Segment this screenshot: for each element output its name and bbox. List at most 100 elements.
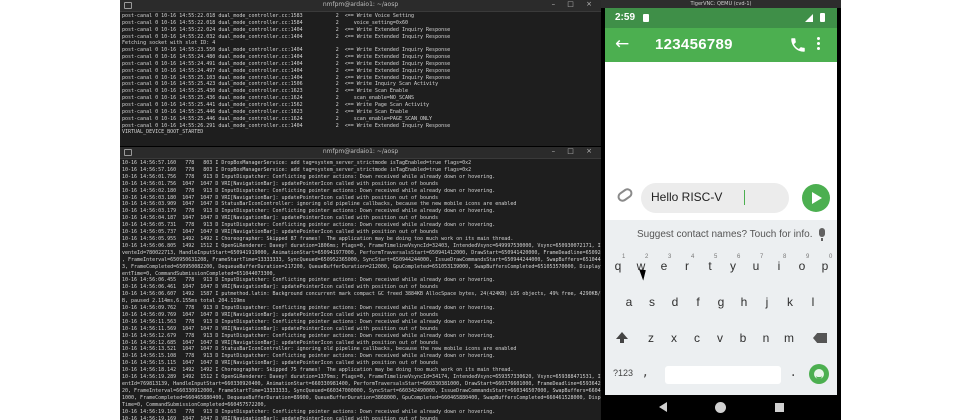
more-vert-icon[interactable]: [817, 37, 821, 53]
symbols-key[interactable]: ?123: [613, 368, 633, 378]
log-line: 10-16 14:56:11.563 778 913 D InputDispat…: [122, 318, 496, 325]
log-line: 10-16 14:56:06.607 1492 1587 I putmethod…: [122, 291, 601, 298]
space-key[interactable]: [665, 366, 781, 384]
mic-icon[interactable]: [819, 228, 825, 241]
key-s[interactable]: s: [642, 288, 662, 316]
log-line: post-canal 0 10-16 14:55:24.491 dual_mod…: [122, 60, 451, 67]
battery-icon: [820, 13, 825, 22]
comma-key[interactable]: ,: [643, 364, 647, 380]
log-line: 10-16 14:56:57.160 778 803 I DropBoxMana…: [122, 166, 472, 173]
log-line: post-canal 0 10-16 14:55:24.480 dual_mod…: [122, 54, 451, 61]
log-line: 10-16 14:56:57.160 778 803 I DropBoxMana…: [122, 160, 472, 166]
key-f[interactable]: f: [688, 288, 708, 316]
top-terminal-window[interactable]: nmfpm@ardaio1: ~/aosp – □ × post-canal 0…: [120, 0, 601, 146]
key-h[interactable]: h: [734, 288, 754, 316]
keyboard-row-2: asdfghjkl: [605, 288, 837, 316]
log-line: Time=0, CommandSubmissionCompleted=66045…: [122, 401, 267, 408]
key-hint: 2: [645, 254, 649, 260]
compose-bar: Hello RISC-V: [605, 176, 837, 220]
key-x[interactable]: x: [664, 324, 684, 352]
key-hint: 1: [622, 254, 626, 260]
log-line: 10-16 14:56:03.180 1047 1047 D VRI[Navig…: [122, 194, 439, 201]
log-line: entId=769813139, HandleInputStart=660330…: [122, 381, 601, 387]
log-line: 10-16 14:56:03.909 1047 1047 D StatusBar…: [122, 201, 517, 208]
key-l[interactable]: l: [803, 288, 823, 316]
log-line: 10-16 14:56:19.289 1492 1512 I OpenGLRen…: [122, 374, 601, 381]
log-line: 10-16 14:56:12.679 778 913 D InputDispat…: [122, 332, 496, 339]
key-g[interactable]: g: [711, 288, 731, 316]
nav-recents-icon[interactable]: [775, 403, 784, 412]
keyboard-row-1: q1w2e3r4t5y6u7i8o9p0: [605, 252, 837, 280]
log-line: B, paused 2.114ms,6.155ms total 204.119m…: [122, 298, 246, 305]
key-d[interactable]: d: [665, 288, 685, 316]
keyboard-row-3: zxcvbnm: [605, 324, 837, 352]
log-line: post-canal 0 10-16 14:55:25.430 dual_mod…: [122, 88, 408, 95]
terminal-title: nmfpm@ardaio1: ~/aosp: [322, 1, 399, 8]
log-line: 10-16 14:56:15.115 1047 1047 D VRI[Navig…: [122, 360, 439, 367]
key-z[interactable]: z: [641, 324, 661, 352]
log-line: post-canal 0 10-16 14:55:25.103 dual_mod…: [122, 74, 451, 81]
logcat-output: 10-16 14:56:57.160 778 803 I DropBoxMana…: [120, 159, 601, 420]
log-line: 10-16 14:56:19.169 1047 1047 D VRI[Navig…: [122, 415, 439, 420]
attach-icon[interactable]: [615, 186, 635, 204]
log-line: post-canal 0 10-16 14:55:25.441 dual_mod…: [122, 101, 430, 108]
key-m[interactable]: m: [779, 324, 799, 352]
log-line: post-canal 0 10-16 14:55:22.018 dual_mod…: [122, 13, 414, 19]
nav-back-icon[interactable]: [659, 402, 667, 412]
emoji-icon[interactable]: [809, 364, 829, 384]
android-nav-bar: [605, 395, 837, 420]
key-n[interactable]: n: [756, 324, 776, 352]
log-line: 10-16 14:56:13.521 1047 1047 D StatusBar…: [122, 346, 517, 353]
log-line: 10-16 14:56:05.731 778 913 D InputDispat…: [122, 222, 496, 229]
message-input[interactable]: Hello RISC-V: [641, 183, 789, 213]
log-line: venteId=780022713, HandleInputStart=6509…: [122, 249, 601, 256]
vnc-window-title: TigerVNC: QEMU (cvd-1): [601, 0, 841, 8]
log-line: entTime=0, CommandSubmissionCompleted=65…: [122, 270, 276, 277]
suggestion-strip[interactable]: Suggest contact names? Touch for info.: [605, 220, 837, 250]
messaging-app-bar: ← 123456789: [605, 28, 837, 62]
log-line: VIRTUAL_DEVICE_BOOT_STARTED: [122, 129, 204, 136]
terminal-titlebar: nmfpm@ardaio1: ~/aosp – □ ×: [120, 147, 601, 159]
terminal-title: nmfpm@ardaio1: ~/aosp: [322, 148, 399, 155]
send-icon[interactable]: [802, 184, 830, 212]
log-line: 10-16 14:56:15.108 778 913 D InputDispat…: [122, 353, 496, 360]
contact-number: 123456789: [655, 36, 733, 53]
log-line: post-canal 0 10-16 14:55:24.497 dual_mod…: [122, 67, 451, 74]
log-line: post-canal 0 10-16 14:55:22.024 dual_mod…: [122, 26, 451, 33]
window-controls[interactable]: – □ ×: [552, 147, 597, 155]
terminal-output: post-canal 0 10-16 14:55:22.018 dual_mod…: [120, 12, 601, 136]
log-line: post-canal 0 10-16 14:55:26.291 dual_mod…: [122, 122, 451, 129]
log-line: 10-16 14:56:04.187 1047 1047 D VRI[Navig…: [122, 215, 439, 222]
vnc-viewer-window[interactable]: TigerVNC: QEMU (cvd-1) 2:59 ← 123456789 …: [601, 0, 841, 420]
status-time: 2:59: [615, 12, 636, 23]
log-line: 20, FrameInterval=660330912000, FrameSta…: [122, 387, 601, 394]
log-line: post-canal 0 10-16 14:55:25.436 dual_mod…: [122, 95, 414, 102]
log-line: 3, FrameCompleted=650950082200, DequeueB…: [122, 263, 601, 270]
suggestion-text[interactable]: Suggest contact names? Touch for info.: [637, 229, 812, 240]
key-v[interactable]: v: [710, 324, 730, 352]
shift-icon[interactable]: [616, 332, 628, 343]
key-c[interactable]: c: [687, 324, 707, 352]
key-j[interactable]: j: [757, 288, 777, 316]
log-line: 10-16 14:56:02.180 778 913 D InputDispat…: [122, 187, 496, 194]
log-line: 10-16 14:56:11.569 1047 1047 D VRI[Navig…: [122, 325, 439, 332]
period-key[interactable]: .: [791, 364, 795, 380]
log-line: Fetching socket with slot ID: 4: [122, 40, 216, 47]
log-line: 10-16 14:56:18.142 1492 1492 I Choreogra…: [122, 367, 514, 374]
log-line: 10-16 14:56:05.955 1492 1492 I Choreogra…: [122, 235, 514, 242]
log-line: post-canal 0 10-16 14:55:25.423 dual_mod…: [122, 81, 439, 88]
bottom-terminal-window[interactable]: nmfpm@ardaio1: ~/aosp – □ × 10-16 14:56:…: [120, 146, 601, 420]
key-a[interactable]: a: [619, 288, 639, 316]
key-hint: 6: [737, 254, 741, 260]
key-b[interactable]: b: [733, 324, 753, 352]
key-k[interactable]: k: [780, 288, 800, 316]
window-controls[interactable]: – □ ×: [552, 0, 597, 8]
backspace-icon[interactable]: [813, 333, 827, 343]
key-hint: 3: [668, 254, 672, 260]
nav-home-icon[interactable]: [715, 402, 726, 413]
log-line: 1000, FrameCompleted=660465880400, Deque…: [122, 394, 601, 401]
text-caret: [744, 190, 745, 205]
back-arrow-icon[interactable]: ←: [615, 34, 629, 54]
log-line: post-canal 0 10-16 14:55:25.446 dual_mod…: [122, 115, 433, 122]
call-icon[interactable]: [789, 36, 807, 54]
